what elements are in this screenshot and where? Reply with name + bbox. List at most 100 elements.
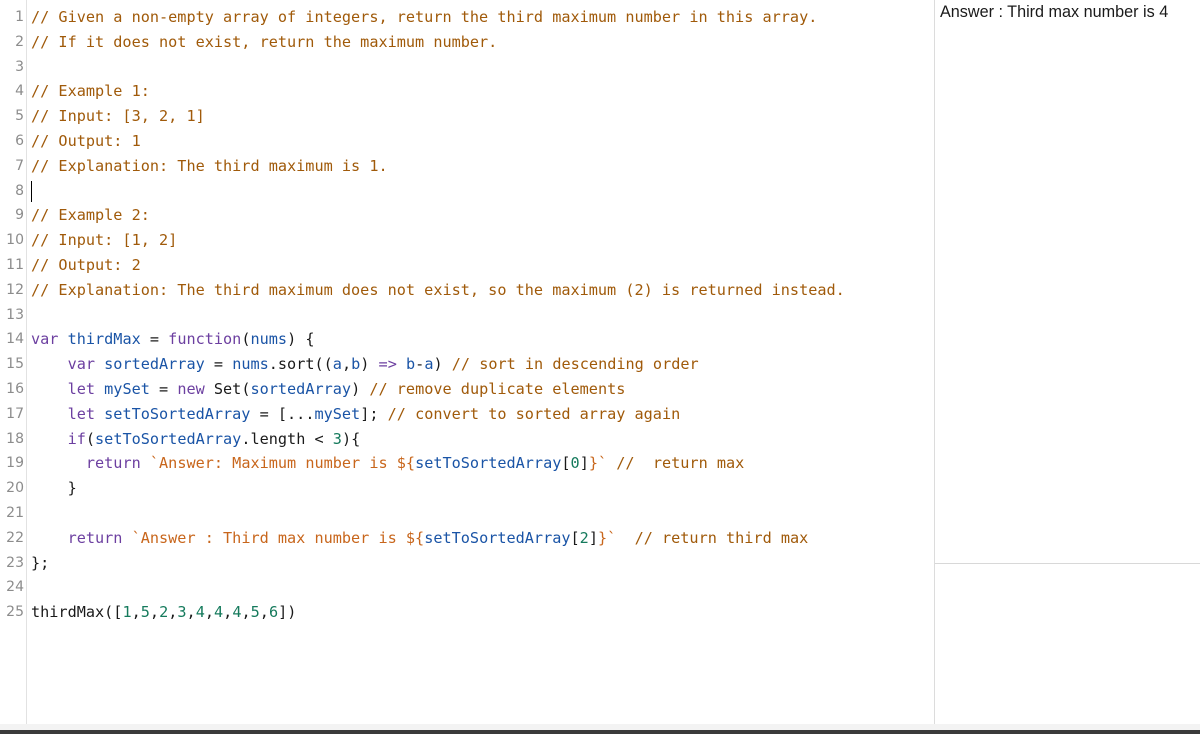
output-panel: Answer : Third max number is 4 (935, 0, 1200, 724)
code-text: // Explanation: The third maximum is 1. (31, 154, 388, 179)
line-number: 14 (6, 331, 24, 348)
line-number: 11 (6, 257, 24, 273)
code-token: // remove duplicate elements (369, 380, 626, 398)
code-token: , (168, 603, 178, 622)
line-number: 6 (15, 133, 24, 149)
code-token: = (204, 355, 233, 374)
line-number: 24 (6, 579, 24, 596)
code-token: return (85, 454, 150, 473)
code-token: // If it does not exist, return the maxi… (31, 32, 498, 51)
code-token: 4 (195, 603, 205, 622)
code-token: // Explanation: The third maximum is 1. (31, 156, 388, 175)
line-number: 13 (6, 306, 24, 323)
code-token: ( (85, 429, 96, 448)
code-token: = (140, 330, 169, 349)
code-token: 3 (177, 603, 187, 622)
code-token: .sort(( (268, 355, 333, 374)
code-text: } (31, 476, 77, 501)
line-number: 1 (15, 9, 24, 25)
code-token: } (31, 479, 77, 498)
code-editor[interactable]: 1 // Given a non-empty array of integers,… (0, 0, 935, 724)
code-text: // Input: [1, 2] (31, 228, 177, 253)
code-token: sortedArray (250, 380, 352, 398)
code-token: function (168, 330, 242, 349)
text-cursor (31, 180, 32, 202)
code-token: `Answer : Third max number is ${ (131, 528, 425, 547)
code-token: 4 (214, 603, 224, 622)
line-number: 15 (6, 356, 24, 373)
code-token: if (67, 429, 86, 448)
code-token: }; (31, 553, 50, 572)
line-number: 9 (15, 207, 24, 224)
code-token: , (149, 603, 160, 622)
line-number: 3 (15, 58, 24, 75)
code-token: // Output: 2 (31, 256, 141, 274)
code-token: ) (351, 380, 370, 398)
code-token: // Example 1: (31, 82, 150, 101)
code-text: // Example 1: (31, 79, 150, 104)
code-token: }` (588, 454, 608, 473)
code-token: ) (360, 355, 379, 374)
line-number: 17 (6, 405, 24, 422)
code-token: , (223, 603, 233, 622)
line-number: 22 (6, 529, 24, 546)
line-number: 25 (6, 604, 24, 621)
code-token: return (67, 528, 132, 547)
code-text: return `Answer: Maximum number is ${setT… (31, 451, 744, 476)
code-token: var (31, 330, 68, 349)
code-token: b (351, 355, 361, 374)
code-token: `Answer: Maximum number is ${ (149, 454, 416, 473)
code-text: // Output: 2 (31, 253, 141, 278)
code-token: , (204, 603, 214, 622)
code-token: // Output: 1 (31, 132, 141, 150)
code-token: ] (579, 454, 589, 473)
code-token: // Explanation: The third maximum does n… (31, 280, 845, 299)
output-divider (935, 563, 1200, 564)
code-token: b (406, 355, 416, 374)
code-token: , (259, 603, 269, 622)
code-text: let setToSortedArray = [...mySet]; // co… (31, 402, 681, 427)
code-token: // sort in descending order (451, 355, 699, 374)
code-token: ]) (278, 603, 297, 622)
code-text: // If it does not exist, return the maxi… (31, 30, 497, 55)
line-number: 16 (6, 381, 24, 397)
code-token: ) (433, 355, 452, 374)
code-token: , (341, 355, 352, 374)
code-token: 6 (268, 603, 279, 622)
code-token: setToSortedArray (104, 404, 251, 423)
line-number: 23 (6, 554, 24, 571)
code-token: => (378, 355, 397, 374)
code-token: [ (570, 528, 580, 547)
code-token: // Given a non-empty array of integers, … (31, 8, 818, 26)
code-token: - (415, 355, 425, 374)
code-token: ] (588, 528, 598, 547)
code-token: 5 (140, 603, 150, 622)
code-token: nums (232, 355, 269, 374)
code-text: // Output: 1 (31, 129, 141, 154)
line-number: 8 (15, 182, 24, 199)
line-number: 12 (6, 281, 24, 298)
code-token: setToSortedArray (415, 454, 562, 473)
line-number: 7 (15, 157, 24, 174)
code-token: , (131, 603, 141, 622)
line-number: 19 (6, 455, 24, 472)
code-token: = (149, 380, 178, 398)
code-token: , (241, 603, 251, 622)
line-number: 21 (6, 505, 24, 521)
code-text: // Input: [3, 2, 1] (31, 104, 205, 129)
code-token: sortedArray (104, 355, 205, 374)
code-text: return `Answer : Third max number is ${s… (31, 526, 809, 551)
code-text: // Given a non-empty array of integers, … (31, 5, 817, 30)
horizontal-scrollbar[interactable] (0, 724, 1200, 734)
output-text: Answer : Third max number is 4 (940, 3, 1169, 21)
code-text: }; (31, 551, 49, 576)
code-token: 0 (570, 454, 580, 473)
code-token: a (332, 355, 342, 374)
code-token: Set( (213, 380, 251, 398)
code-text: let mySet = new Set(sortedArray) // remo… (31, 377, 626, 402)
code-text: // Example 2: (31, 203, 150, 228)
